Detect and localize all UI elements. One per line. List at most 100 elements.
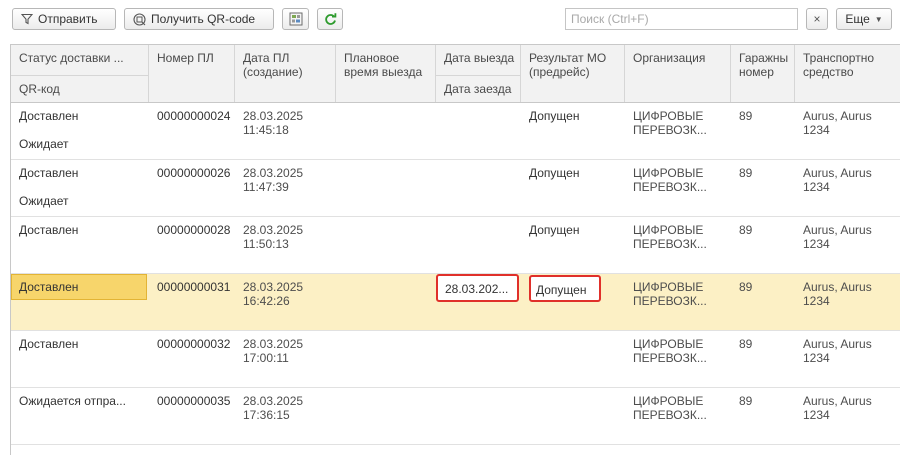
table-row[interactable]: Ожидается отпра... 00000000035 28.03.202… [11, 388, 900, 445]
cell-org[interactable]: ЦИФРОВЫЕ ПЕРЕВОЗК... [625, 331, 731, 365]
cell-number[interactable]: 00000000024 [149, 103, 235, 123]
cell-qr[interactable]: Ожидает [11, 194, 69, 208]
cell-org-line1: ЦИФРОВЫЕ [633, 394, 704, 408]
table-row-selected[interactable]: Доставлен 00000000031 28.03.2025 16:42:26… [11, 274, 900, 331]
cell-number[interactable]: 00000000028 [149, 217, 235, 237]
cell-garage[interactable]: 89 [731, 331, 795, 351]
col-header-status[interactable]: Статус доставки ... [11, 45, 149, 75]
qr-get-icon [133, 12, 146, 26]
more-label: Еще [845, 12, 870, 26]
search-field[interactable] [565, 8, 798, 30]
cell-mo[interactable]: Допущен [521, 103, 625, 123]
cell-date[interactable]: 28.03.2025 16:42:26 [235, 274, 336, 308]
col-header-number[interactable]: Номер ПЛ [149, 45, 235, 102]
cell-vehicle-line1: Aurus, Aurus [803, 337, 872, 351]
col-header-mo[interactable]: Результат МО (предрейс) [521, 45, 625, 102]
refresh-icon [324, 12, 337, 26]
cell-org-line2: ПЕРЕВОЗК... [633, 351, 707, 365]
col-header-qr[interactable]: QR-код [11, 75, 149, 102]
cell-status[interactable]: Ожидается отпра... [11, 388, 149, 408]
cell-garage[interactable]: 89 [731, 103, 795, 123]
document-button[interactable] [282, 8, 309, 30]
cell-qr[interactable]: Ожидает [11, 137, 69, 151]
filter-icon [21, 13, 33, 25]
cell-date-time: 16:42:26 [243, 294, 290, 308]
highlighted-departure-cell[interactable]: 28.03.202... [436, 274, 519, 302]
cell-date[interactable]: 28.03.2025 11:45:18 [235, 103, 336, 137]
cell-vehicle[interactable]: Aurus, Aurus 1234 [795, 274, 900, 308]
cell-date-time: 17:00:11 [243, 351, 289, 365]
cell-number[interactable]: 00000000032 [149, 331, 235, 351]
cell-date-day: 28.03.2025 [243, 166, 304, 180]
cell-vehicle-line1: Aurus, Aurus [803, 223, 872, 237]
cell-vehicle[interactable]: Aurus, Aurus 1234 [795, 217, 900, 251]
cell-org[interactable]: ЦИФРОВЫЕ ПЕРЕВОЗК... [625, 274, 731, 308]
col-header-date[interactable]: Дата ПЛ (создание) [235, 45, 336, 102]
toolbar: Отправить Получить QR-code × Еще ▼ [0, 0, 900, 38]
chevron-down-icon: ▼ [874, 14, 883, 24]
cell-date[interactable]: 28.03.2025 17:00:11 [235, 331, 336, 365]
get-qr-button[interactable]: Получить QR-code [124, 8, 274, 30]
cell-status[interactable]: Доставлен [11, 160, 149, 180]
cell-vehicle-line2: 1234 [803, 408, 830, 422]
cell-garage[interactable]: 89 [731, 217, 795, 237]
table-row[interactable]: Доставлен Ожидает 00000000026 28.03.2025… [11, 160, 900, 217]
cell-org[interactable]: ЦИФРОВЫЕ ПЕРЕВОЗК... [625, 217, 731, 251]
highlighted-mo-cell[interactable]: Допущен [529, 275, 601, 302]
cell-garage[interactable]: 89 [731, 160, 795, 180]
cell-status[interactable]: Доставлен [11, 217, 149, 237]
cell-date[interactable]: 28.03.2025 11:50:13 [235, 217, 336, 251]
cell-vehicle-line2: 1234 [803, 351, 830, 365]
get-qr-label: Получить QR-code [151, 12, 256, 26]
col-header-departure[interactable]: Дата выезда [436, 45, 521, 75]
cell-date-day: 28.03.2025 [243, 337, 304, 351]
cell-org[interactable]: ЦИФРОВЫЕ ПЕРЕВОЗК... [625, 160, 731, 194]
cell-vehicle[interactable]: Aurus, Aurus 1234 [795, 331, 900, 365]
col-header-vehicle[interactable]: Транспортно средство [795, 45, 900, 102]
cell-status-text: Ожидается отпра... [19, 394, 126, 408]
cell-vehicle-line2: 1234 [803, 180, 830, 194]
cell-status[interactable]: Доставлен [11, 103, 149, 123]
cell-org-line2: ПЕРЕВОЗК... [633, 408, 707, 422]
table-row[interactable]: Доставлен 00000000032 28.03.2025 17:00:11… [11, 331, 900, 388]
cell-date-time: 17:36:15 [243, 408, 290, 422]
cell-vehicle-line2: 1234 [803, 294, 830, 308]
table-row[interactable]: Доставлен 00000000028 28.03.2025 11:50:13… [11, 217, 900, 274]
cell-org-line1: ЦИФРОВЫЕ [633, 223, 704, 237]
cell-date-day: 28.03.2025 [243, 280, 304, 294]
col-header-arrival[interactable]: Дата заезда [436, 75, 521, 102]
document-grid-icon [289, 12, 303, 26]
send-button[interactable]: Отправить [12, 8, 116, 30]
col-header-org[interactable]: Организация [625, 45, 731, 102]
cell-garage[interactable]: 89 [731, 274, 795, 294]
cell-date[interactable]: 28.03.2025 17:36:15 [235, 388, 336, 422]
cell-vehicle-line1: Aurus, Aurus [803, 280, 872, 294]
cell-date[interactable]: 28.03.2025 11:47:39 [235, 160, 336, 194]
col-header-garage[interactable]: Гаражны номер [731, 45, 795, 102]
refresh-button[interactable] [317, 8, 343, 30]
cell-number[interactable]: 00000000026 [149, 160, 235, 180]
more-button[interactable]: Еще ▼ [836, 8, 892, 30]
cell-garage[interactable]: 89 [731, 388, 795, 408]
cell-org-line2: ПЕРЕВОЗК... [633, 294, 707, 308]
cell-number[interactable]: 00000000035 [149, 388, 235, 408]
cell-org[interactable]: ЦИФРОВЫЕ ПЕРЕВОЗК... [625, 388, 731, 422]
cell-mo[interactable]: Допущен [521, 160, 625, 180]
search-input[interactable] [571, 12, 797, 26]
table-row[interactable]: Доставлен Ожидает 00000000024 28.03.2025… [11, 103, 900, 160]
cell-number[interactable]: 00000000031 [149, 274, 235, 294]
clear-search-button[interactable]: × [806, 8, 828, 30]
cell-date-day: 28.03.2025 [243, 109, 304, 123]
cell-vehicle[interactable]: Aurus, Aurus 1234 [795, 103, 900, 137]
cell-vehicle[interactable]: Aurus, Aurus 1234 [795, 388, 900, 422]
cell-mo[interactable]: Допущен [521, 217, 625, 237]
col-header-planned[interactable]: Плановое время выезда [336, 45, 436, 102]
cell-vehicle[interactable]: Aurus, Aurus 1234 [795, 160, 900, 194]
cell-status[interactable]: Доставлен [11, 331, 149, 351]
cell-date-time: 11:45:18 [243, 123, 289, 137]
cell-vehicle-line1: Aurus, Aurus [803, 394, 872, 408]
cell-vehicle-line2: 1234 [803, 237, 830, 251]
cell-status[interactable]: Доставлен [11, 274, 149, 294]
cell-org[interactable]: ЦИФРОВЫЕ ПЕРЕВОЗК... [625, 103, 731, 137]
cell-org-line2: ПЕРЕВОЗК... [633, 123, 707, 137]
